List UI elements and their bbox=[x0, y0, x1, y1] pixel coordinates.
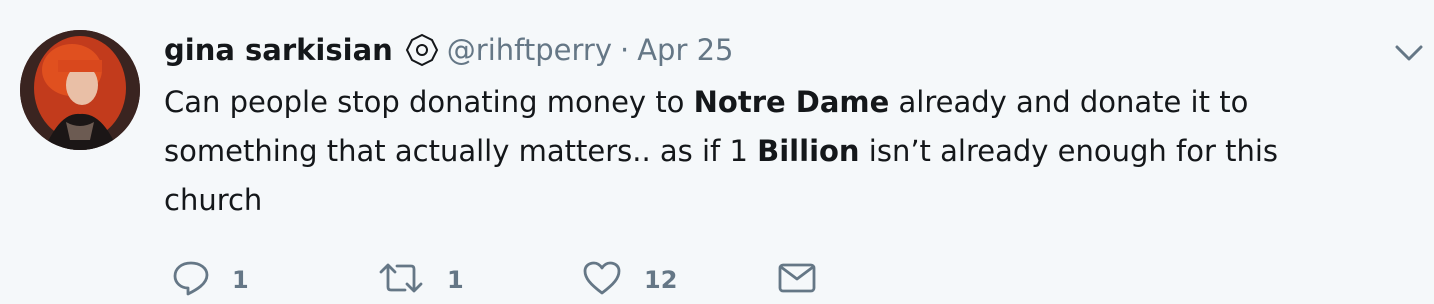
tweet-text-bold: Billion bbox=[757, 134, 860, 168]
tweet-card[interactable]: gina sarkisian @rihftperry · Apr 25 Can … bbox=[0, 0, 1434, 304]
like-count: 12 bbox=[644, 266, 678, 294]
tweet-text-part: Can people stop donating money to bbox=[164, 85, 694, 119]
chevron-down-icon[interactable] bbox=[1392, 40, 1426, 66]
avatar-image bbox=[20, 30, 140, 150]
retweet-button[interactable]: 1 bbox=[377, 261, 582, 299]
heart-icon bbox=[582, 260, 622, 300]
retweet-icon bbox=[377, 261, 425, 299]
profile-badge-icon bbox=[405, 33, 439, 67]
tweet-actions: 1 1 12 bbox=[172, 258, 817, 302]
timestamp-link[interactable]: Apr 25 bbox=[637, 33, 733, 67]
avatar[interactable] bbox=[20, 30, 140, 150]
envelope-icon bbox=[777, 261, 817, 299]
reply-icon bbox=[172, 260, 210, 300]
direct-message-button[interactable] bbox=[777, 261, 817, 299]
tweet-header: gina sarkisian @rihftperry · Apr 25 bbox=[164, 30, 734, 70]
reply-button[interactable]: 1 bbox=[172, 260, 377, 300]
author-name[interactable]: gina sarkisian bbox=[164, 33, 393, 67]
reply-count: 1 bbox=[232, 266, 249, 294]
separator-dot: · bbox=[619, 33, 630, 67]
author-handle[interactable]: @rihftperry bbox=[447, 33, 612, 67]
tweet-text: Can people stop donating money to Notre … bbox=[164, 78, 1384, 225]
tweet-text-bold: Notre Dame bbox=[693, 85, 890, 119]
like-button[interactable]: 12 bbox=[582, 260, 777, 300]
retweet-count: 1 bbox=[447, 266, 464, 294]
